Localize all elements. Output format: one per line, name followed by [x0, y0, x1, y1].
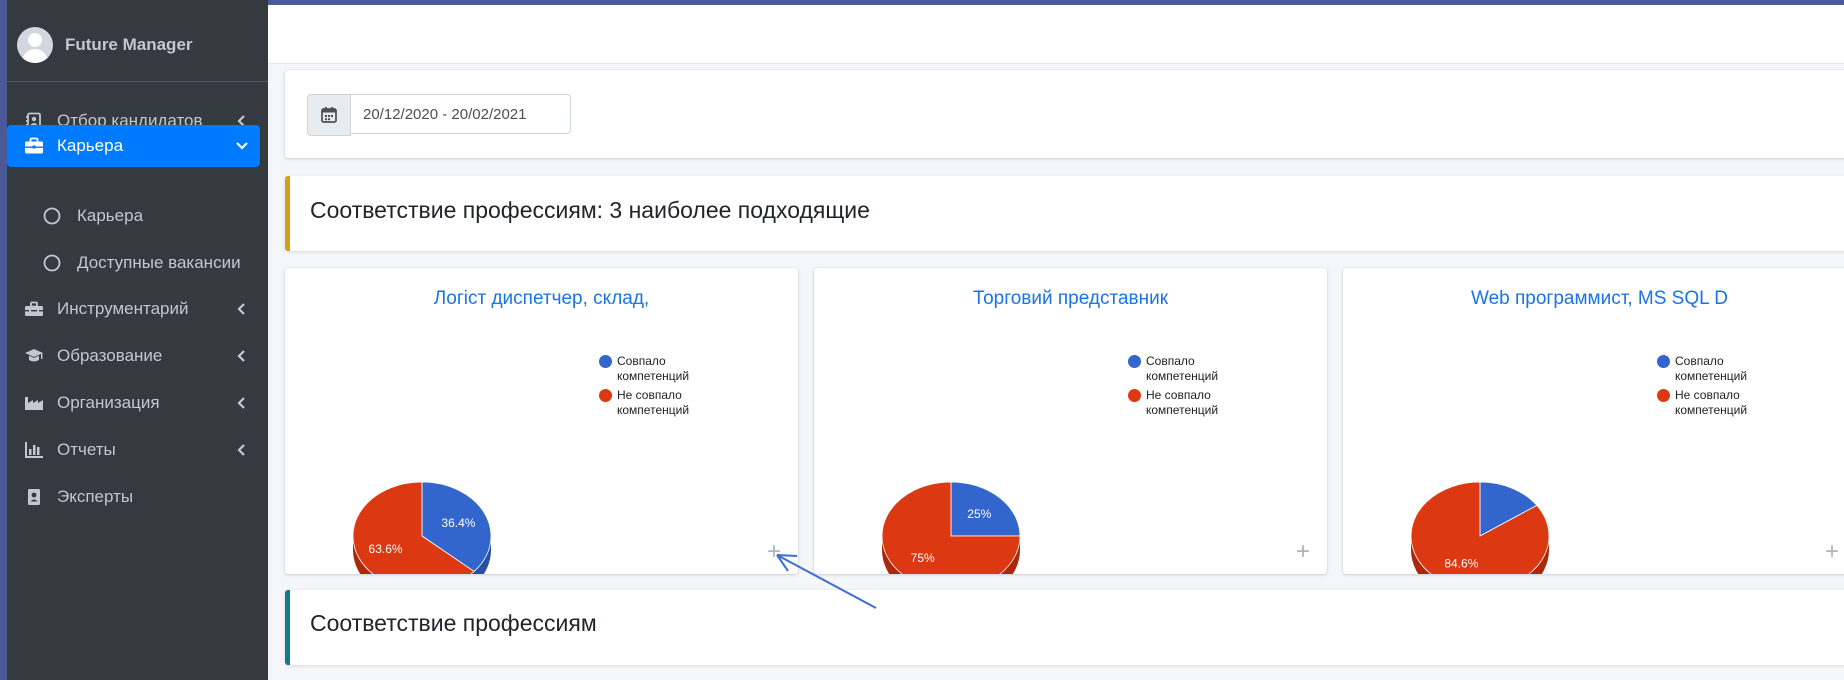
profession-card-3: Web программист, MS SQL D 84.6% Совпало …: [1343, 268, 1844, 574]
legend-dot: [599, 355, 612, 368]
callout-all-professions: Соответствие профессиям: [285, 590, 1844, 665]
top-navbar: [268, 5, 1844, 64]
chevron-left-icon: [232, 303, 252, 315]
graduation-cap-icon: [23, 345, 45, 367]
legend-dot: [1128, 389, 1141, 402]
chevron-left-icon: [232, 444, 252, 456]
legend-label: Совпало компетенций: [617, 354, 690, 383]
id-badge-icon: [23, 486, 45, 508]
callout-top3: Соответствие професcиям: 3 наиболее подх…: [285, 176, 1844, 251]
chevron-down-icon: [232, 141, 252, 151]
sidebar-subitem-available-vacancies[interactable]: Доступные вакансии: [7, 242, 260, 284]
sidebar-item-label: Организация: [57, 393, 160, 412]
legend-label: Не совпало компетенций: [1146, 388, 1219, 417]
sidebar-item-label: Карьера: [57, 136, 124, 155]
sidebar-item-career[interactable]: Карьера: [7, 125, 260, 167]
bar-chart-icon: [23, 439, 45, 461]
sidebar-item-organization[interactable]: Организация: [7, 382, 260, 424]
circle-icon: [41, 252, 63, 274]
date-filter-card: [285, 70, 1844, 158]
legend-dot: [599, 389, 612, 402]
calendar-icon[interactable]: [307, 94, 351, 136]
chevron-left-icon: [232, 397, 252, 409]
legend-item-unmatched: Не совпало компетенций: [599, 388, 707, 418]
sidebar-item-label: Инструментарий: [57, 299, 189, 318]
pie-data-label: 84.6%: [1444, 557, 1478, 571]
chart-legend: Совпало компетенций Не совпало компетенц…: [1128, 354, 1236, 422]
chevron-left-icon: [232, 350, 252, 362]
section-title-all: Соответствие профессиям: [310, 610, 597, 636]
avatar[interactable]: [17, 27, 53, 63]
circle-icon: [41, 205, 63, 227]
sidebar-item-toolkit[interactable]: Инструментарий: [7, 288, 260, 330]
sidebar-item-education[interactable]: Образование: [7, 335, 260, 377]
sidebar-item-reports[interactable]: Отчеты: [7, 429, 260, 471]
date-range-input[interactable]: [351, 94, 571, 134]
pie-chart-1: 36.4% 63.6%: [352, 481, 492, 574]
legend-item-matched: Совпало компетенций: [599, 354, 707, 384]
sidebar-item-experts[interactable]: Эксперты: [7, 476, 260, 518]
legend-item-matched: Совпало компетенций: [1128, 354, 1236, 384]
profession-card-1: Логіст диспетчер, склад, 36.4% 63.6% Совп…: [285, 268, 798, 574]
sidebar: Future Manager Отбор кандидатов Карьера …: [7, 0, 268, 680]
industry-icon: [23, 392, 45, 414]
legend-item-unmatched: Не совпало компетенций: [1128, 388, 1236, 418]
sidebar-item-label: Образование: [57, 346, 163, 365]
legend-label: Не совпало компетенций: [617, 388, 690, 417]
sidebar-item-label: Отчеты: [57, 440, 116, 459]
legend-dot: [1657, 389, 1670, 402]
user-panel[interactable]: Future Manager: [7, 0, 268, 82]
section-title-top3: Соответствие професcиям: 3 наиболее подх…: [310, 197, 870, 223]
pie-data-label: 63.6%: [369, 542, 403, 556]
legend-item-matched: Совпало компетенций: [1657, 354, 1765, 384]
legend-item-unmatched: Не совпало компетенций: [1657, 388, 1765, 418]
toolbox-icon: [23, 298, 45, 320]
pie-data-label: 36.4%: [441, 516, 475, 530]
pie-data-label: 75%: [911, 551, 935, 565]
legend-label: Совпало компетенций: [1675, 354, 1748, 383]
expand-plus-button[interactable]: +: [764, 540, 784, 564]
pie-data-label: 25%: [967, 507, 991, 521]
legend-label: Не совпало компетенций: [1675, 388, 1748, 417]
sidebar-item-label: Эксперты: [57, 487, 134, 506]
expand-plus-button[interactable]: +: [1293, 540, 1313, 564]
legend-label: Совпало компетенций: [1146, 354, 1219, 383]
briefcase-icon: [23, 135, 45, 157]
legend-dot: [1657, 355, 1670, 368]
window-frame-left: [0, 0, 7, 680]
pie-chart-3: 84.6%: [1410, 481, 1550, 574]
sidebar-subitem-career[interactable]: Карьера: [7, 195, 260, 237]
profession-card-2: Торговий представник 25% 75% Совпало комп…: [814, 268, 1327, 574]
pie-slice-1: [1410, 481, 1550, 574]
sidebar-item-label: Карьера: [77, 206, 144, 225]
pie-chart-2: 25% 75%: [881, 481, 1021, 574]
expand-plus-button[interactable]: +: [1822, 540, 1842, 564]
user-name[interactable]: Future Manager: [65, 35, 193, 55]
date-range-picker[interactable]: [307, 94, 571, 136]
sidebar-item-label: Доступные вакансии: [77, 253, 241, 272]
chart-legend: Совпало компетенций Не совпало компетенц…: [599, 354, 707, 422]
chart-legend: Совпало компетенций Не совпало компетенц…: [1657, 354, 1765, 422]
legend-dot: [1128, 355, 1141, 368]
